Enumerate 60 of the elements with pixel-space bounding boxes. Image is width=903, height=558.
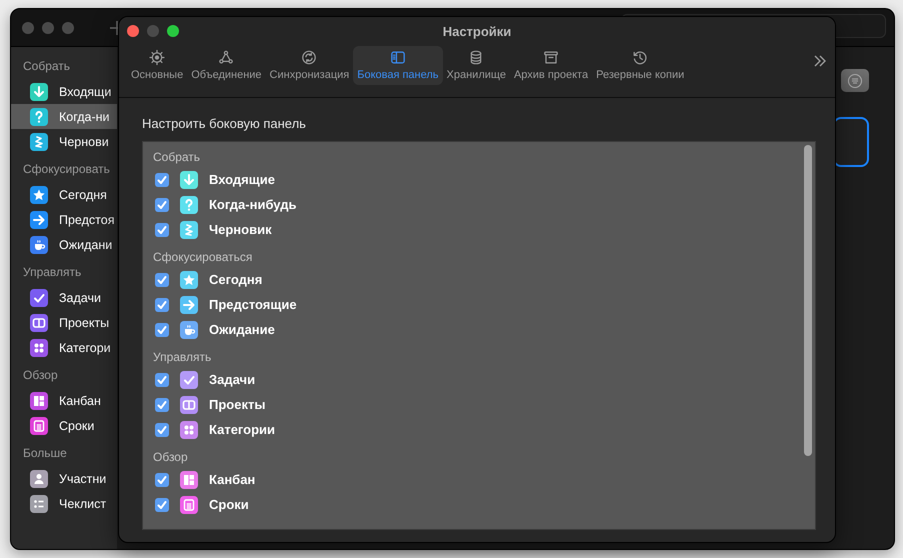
- checkbox[interactable]: [155, 272, 169, 286]
- group-header: Управлять: [153, 350, 212, 366]
- item-label: Категории: [209, 422, 276, 437]
- item-label: Входящие: [209, 172, 275, 187]
- sidebar-item[interactable]: Когда-ни: [11, 104, 117, 129]
- toolbar-tab[interactable]: Хранилище: [442, 46, 510, 85]
- section-header: Обзор: [22, 368, 58, 384]
- item-label: Предстоящие: [209, 297, 297, 312]
- section-header: Сфокусировать: [22, 162, 110, 178]
- sidebar-item[interactable]: Чеклист: [11, 491, 117, 516]
- item-label: Проекты: [209, 397, 266, 412]
- sidebar-item[interactable]: Входящи: [11, 79, 117, 104]
- toolbar-tab[interactable]: Боковая панель: [353, 46, 443, 85]
- checkbox[interactable]: [155, 322, 169, 336]
- sidebar-item[interactable]: Ожидани: [11, 232, 117, 257]
- checkbox[interactable]: [155, 472, 169, 486]
- section-heading: Настроить боковую панель: [142, 116, 306, 131]
- close-button[interactable]: [127, 25, 139, 37]
- checkbox[interactable]: [155, 298, 169, 312]
- selected-card[interactable]: [833, 117, 869, 167]
- checkbox[interactable]: [155, 222, 169, 236]
- section-header: Управлять: [22, 265, 82, 281]
- sidebar-item[interactable]: Категори: [11, 335, 117, 360]
- zoom-button[interactable]: [167, 25, 179, 37]
- toolbar-tab[interactable]: Синхронизация: [266, 46, 354, 85]
- checkbox[interactable]: [155, 172, 169, 186]
- item-label: Канбан: [209, 472, 256, 487]
- sidebar-item[interactable]: Сегодня: [11, 182, 117, 207]
- sidebar-item[interactable]: Сроки: [11, 413, 117, 438]
- sidebar-item[interactable]: Предстоя: [11, 207, 117, 232]
- toolbar-tab[interactable]: Объединение: [187, 46, 266, 85]
- filter-button[interactable]: [841, 69, 869, 92]
- double-chevron-icon[interactable]: [813, 54, 827, 68]
- sidebar-item[interactable]: Канбан: [11, 388, 117, 413]
- toolbar-tab[interactable]: Основные: [127, 46, 188, 85]
- item-label: Сроки: [209, 497, 249, 512]
- window-title: Настройки: [442, 24, 512, 39]
- sidebar-item[interactable]: Участни: [11, 466, 117, 491]
- checkbox[interactable]: [155, 498, 169, 512]
- item-label: Черновик: [209, 222, 272, 237]
- checkbox[interactable]: [155, 372, 169, 386]
- section-header: Собрать: [22, 59, 70, 75]
- group-header: Сфокусироваться: [153, 250, 252, 266]
- checkbox[interactable]: [155, 398, 169, 412]
- section-header: Больше: [22, 446, 67, 462]
- item-label: Задачи: [209, 372, 256, 387]
- checkbox[interactable]: [155, 198, 169, 212]
- group-header: Собрать: [153, 150, 200, 166]
- toolbar-tab[interactable]: Архив проекта: [510, 46, 592, 85]
- item-label: Сегодня: [209, 272, 262, 287]
- group-header: Обзор: [153, 450, 188, 466]
- list-icon: [847, 72, 863, 88]
- item-label: Когда-нибудь: [209, 197, 296, 212]
- sidebar-item[interactable]: Проекты: [11, 310, 117, 335]
- checkbox[interactable]: [155, 422, 169, 436]
- sidebar-item[interactable]: Чернови: [11, 129, 117, 154]
- item-label: Ожидание: [209, 322, 275, 337]
- scrollbar-thumb[interactable]: [804, 145, 812, 456]
- toolbar-tab[interactable]: Резервные копии: [592, 46, 688, 85]
- sidebar-item[interactable]: Задачи: [11, 285, 117, 310]
